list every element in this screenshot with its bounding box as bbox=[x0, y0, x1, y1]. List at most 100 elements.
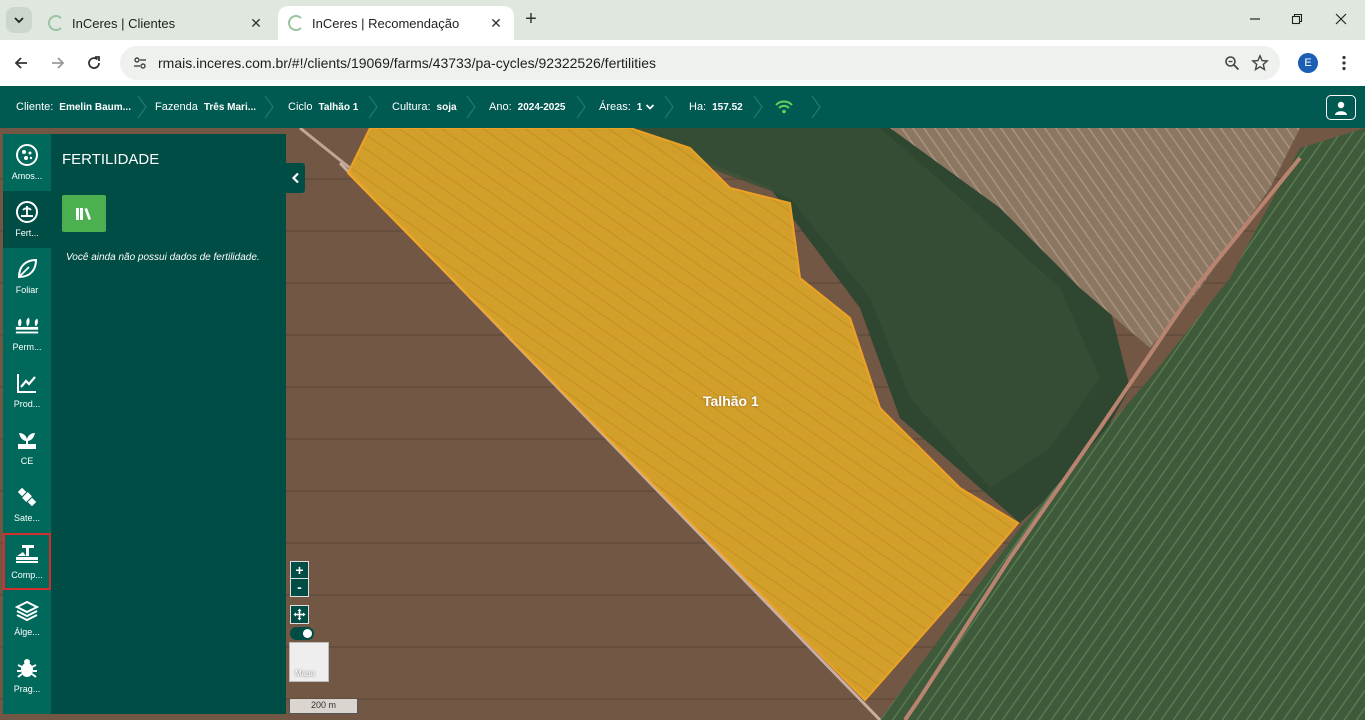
pan-button[interactable] bbox=[290, 605, 309, 624]
zoom-out-button[interactable]: - bbox=[290, 578, 309, 597]
close-icon[interactable]: ✕ bbox=[246, 13, 266, 33]
crumb-ha: Ha: 157.52 bbox=[689, 86, 743, 128]
rail-item-satelite[interactable]: Sate... bbox=[3, 476, 51, 533]
crumb-value: 2024-2025 bbox=[517, 101, 566, 113]
fertility-panel: FERTILIDADE Você ainda não possui dados … bbox=[51, 134, 286, 714]
rail-label: Prod... bbox=[13, 399, 41, 409]
crumb-label: Áreas: bbox=[599, 101, 631, 113]
close-icon[interactable]: ✕ bbox=[486, 13, 506, 33]
chevron-down-icon bbox=[646, 104, 655, 110]
crumb-value: Talhão 1 bbox=[318, 101, 359, 113]
rail-item-permanente[interactable]: Perm... bbox=[3, 305, 51, 362]
collapse-panel-button[interactable] bbox=[286, 163, 305, 193]
rail-label: Foliar bbox=[15, 285, 39, 295]
tab-recomendacao[interactable]: InCeres | Recomendação ✕ bbox=[278, 6, 514, 40]
context-bar: Cliente: Emelin Baum... Fazenda Três Mar… bbox=[0, 86, 1365, 128]
rail-item-amostragem[interactable]: Amos... bbox=[3, 134, 51, 191]
address-bar[interactable]: rmais.inceres.com.br/#!/clients/19069/fa… bbox=[120, 46, 1280, 80]
crumb-label: Cliente: bbox=[16, 101, 54, 113]
tab-clientes[interactable]: InCeres | Clientes ✕ bbox=[38, 6, 274, 40]
rail-label: Álge... bbox=[14, 627, 40, 637]
bug-icon bbox=[14, 655, 40, 681]
field-label[interactable]: Talhão 1 bbox=[703, 393, 759, 409]
forward-button[interactable] bbox=[45, 50, 71, 76]
rail-item-algebra[interactable]: Álge... bbox=[3, 590, 51, 647]
rail-item-produtividade[interactable]: Prod... bbox=[3, 362, 51, 419]
rail-label: Sate... bbox=[13, 513, 40, 523]
layers-icon bbox=[14, 598, 40, 624]
crumb-value: soja bbox=[436, 101, 457, 113]
compaction-icon bbox=[14, 541, 40, 567]
tab-search-button[interactable] bbox=[6, 7, 32, 33]
crumb-value: 157.52 bbox=[712, 101, 743, 113]
reload-button[interactable] bbox=[81, 50, 107, 76]
restore-button[interactable] bbox=[1286, 8, 1308, 30]
rail-label: Comp... bbox=[11, 570, 43, 580]
crumb-value: 1 bbox=[636, 101, 643, 113]
inceres-favicon-icon bbox=[288, 15, 304, 31]
bookmark-star-icon[interactable] bbox=[1246, 49, 1274, 77]
library-button[interactable] bbox=[62, 195, 106, 232]
crumb-label: Fazenda bbox=[155, 101, 198, 113]
browser-menu-icon[interactable] bbox=[1336, 52, 1352, 74]
rail-item-pragas[interactable]: Prag... bbox=[3, 647, 51, 704]
fertility-icon bbox=[14, 199, 40, 225]
tab-title: InCeres | Recomendação bbox=[312, 15, 460, 31]
crumb-value: Emelin Baum... bbox=[59, 101, 131, 113]
url-text: rmais.inceres.com.br/#!/clients/19069/fa… bbox=[158, 55, 657, 71]
back-button[interactable] bbox=[8, 50, 34, 76]
site-info-icon[interactable] bbox=[128, 51, 152, 75]
arrow-right-icon bbox=[52, 57, 65, 69]
user-menu-button[interactable] bbox=[1326, 95, 1356, 120]
rail-label: Perm... bbox=[12, 342, 42, 352]
arrow-left-icon bbox=[14, 57, 27, 69]
reload-icon bbox=[88, 56, 100, 69]
crumb-label: Ciclo bbox=[288, 101, 313, 113]
rail-item-compactacao[interactable]: Comp... bbox=[3, 533, 51, 590]
new-tab-button[interactable]: + bbox=[520, 9, 542, 31]
browser-tabstrip: InCeres | Clientes ✕ InCeres | Recomenda… bbox=[0, 0, 1365, 40]
rail-label: Fert... bbox=[15, 228, 39, 238]
rail-label: CE bbox=[20, 456, 34, 466]
rail-item-foliar[interactable]: Foliar bbox=[3, 248, 51, 305]
crumb-cliente[interactable]: Cliente: Emelin Baum... bbox=[16, 86, 131, 128]
chevron-left-icon bbox=[291, 172, 299, 184]
tab-title: InCeres | Clientes bbox=[72, 15, 176, 31]
zoom-icon[interactable] bbox=[1218, 49, 1246, 77]
connection-status bbox=[775, 86, 793, 128]
minimize-icon bbox=[1250, 18, 1260, 20]
rail-item-fertilidade[interactable]: Fert... bbox=[3, 191, 51, 248]
crumb-label: Ano: bbox=[489, 101, 512, 113]
productivity-chart-icon bbox=[14, 370, 40, 396]
crumb-fazenda[interactable]: Fazenda Três Mari... bbox=[155, 86, 256, 128]
soil-sample-icon bbox=[14, 142, 40, 168]
chevron-down-icon bbox=[14, 17, 24, 24]
panel-title: FERTILIDADE bbox=[62, 151, 160, 168]
basemap-switcher[interactable]: Mapa bbox=[289, 642, 329, 682]
rail-label: Prag... bbox=[13, 684, 41, 694]
browser-toolbar: rmais.inceres.com.br/#!/clients/19069/fa… bbox=[0, 40, 1365, 86]
restore-icon bbox=[1291, 13, 1303, 25]
profile-avatar[interactable]: E bbox=[1298, 53, 1318, 73]
crumb-areas[interactable]: Áreas: 1 bbox=[599, 86, 655, 128]
user-icon bbox=[1335, 101, 1347, 115]
scale-bar: 200 m bbox=[289, 699, 358, 714]
close-window-button[interactable] bbox=[1330, 8, 1352, 30]
library-icon bbox=[76, 207, 91, 220]
empty-state-message: Você ainda não possui dados de fertilida… bbox=[66, 252, 260, 263]
close-icon bbox=[1335, 13, 1347, 25]
layer-toggle[interactable] bbox=[290, 627, 314, 640]
crumb-ano[interactable]: Ano: 2024-2025 bbox=[489, 86, 565, 128]
rail-item-ce[interactable]: CE bbox=[3, 419, 51, 476]
basemap-label: Mapa bbox=[295, 669, 316, 678]
crumb-cultura[interactable]: Cultura: soja bbox=[392, 86, 457, 128]
sprout-icon bbox=[14, 427, 40, 453]
crumb-ciclo[interactable]: Ciclo Talhão 1 bbox=[288, 86, 358, 128]
inceres-favicon-icon bbox=[48, 15, 64, 31]
module-rail: Amos... Fert... Foliar Perm... Prod... C… bbox=[3, 134, 51, 714]
satellite-icon bbox=[14, 484, 40, 510]
crumb-label: Cultura: bbox=[392, 101, 431, 113]
permanent-crop-icon bbox=[14, 313, 40, 339]
crumb-value: Três Mari... bbox=[203, 101, 257, 113]
minimize-button[interactable] bbox=[1244, 8, 1266, 30]
